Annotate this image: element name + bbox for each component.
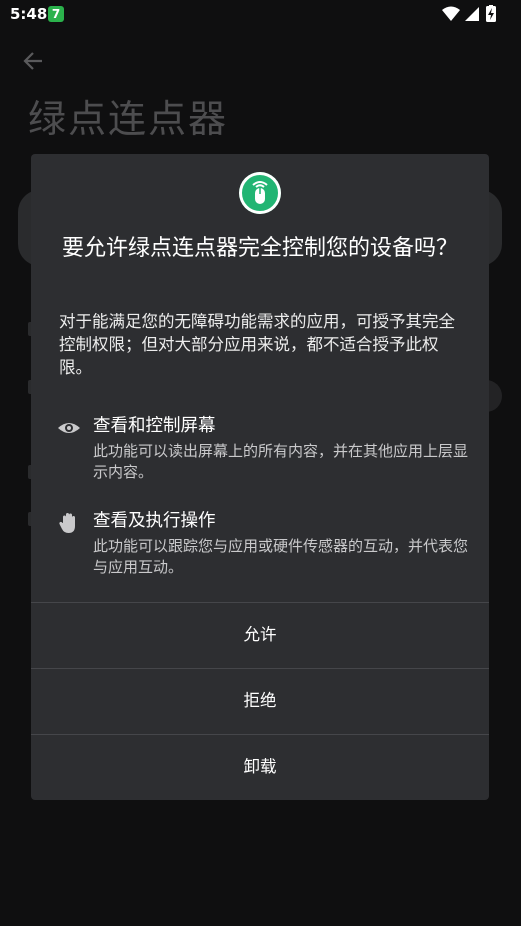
dialog-description: 对于能满足您的无障碍功能需求的应用，可授予其完全控制权限；但对大部分应用来说，都… (59, 312, 455, 377)
accessibility-permission-dialog: 要允许绿点连点器完全控制您的设备吗？ 对于能满足您的无障碍功能需求的应用，可授予… (31, 154, 489, 800)
status-bar: 5:48 7 (0, 0, 521, 30)
notification-app-icon: 7 (48, 6, 64, 22)
status-icons (442, 5, 496, 22)
dialog-title: 要允许绿点连点器完全控制您的设备吗？ (61, 236, 458, 261)
battery-charging-icon (486, 5, 496, 22)
wifi-icon (442, 6, 460, 21)
status-time: 5:48 (10, 5, 48, 23)
permission-title: 查看及执行操作 (93, 511, 216, 531)
allow-button[interactable]: 允许 (31, 603, 489, 667)
permission-description: 此功能可以跟踪您与应用或硬件传感器的互动，并代表您与应用互动。 (93, 537, 469, 576)
eye-icon (58, 423, 80, 433)
uninstall-button[interactable]: 卸载 (31, 735, 489, 799)
permission-description: 此功能可以读出屏幕上的所有内容，并在其他应用上层显示内容。 (93, 442, 469, 481)
permission-title: 查看和控制屏幕 (93, 416, 216, 436)
signal-icon (465, 7, 479, 21)
hand-icon (59, 513, 75, 533)
deny-button[interactable]: 拒绝 (31, 669, 489, 733)
mouse-icon (239, 172, 281, 214)
back-arrow-icon[interactable] (22, 50, 44, 72)
screen: 5:48 7 绿点连点器 要允许绿点连点器完全控制您的设备吗？ 对于能满足您的无… (0, 0, 521, 926)
page-title: 绿点连点器 (28, 97, 229, 141)
